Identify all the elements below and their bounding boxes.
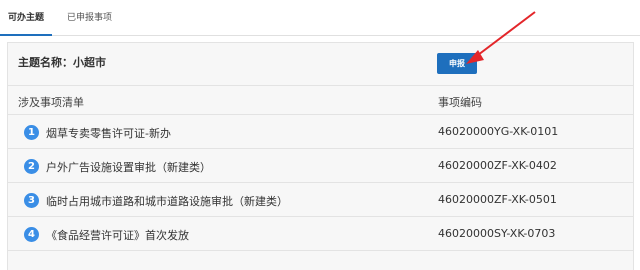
list-item: 3 临时占用城市道路和城市道路设施审批（新建类） 46020000ZF-XK-0…	[8, 184, 633, 217]
item-code: 46020000YG-XK-0101	[438, 125, 559, 138]
number-badge: 2	[24, 159, 39, 174]
item-code: 46020000ZF-XK-0402	[438, 159, 557, 172]
header-item-list: 涉及事项清单	[18, 96, 84, 109]
number-badge: 1	[24, 125, 39, 140]
item-code: 46020000ZF-XK-0501	[438, 193, 557, 206]
tab-bar: 可办主题 已申报事项	[0, 0, 640, 36]
item-code: 46020000SY-XK-0703	[438, 227, 556, 240]
item-name: 《食品经营许可证》首次发放	[46, 229, 189, 242]
apply-button[interactable]: 申报	[437, 53, 477, 74]
header-item-code: 事项编码	[438, 96, 482, 109]
number-badge: 3	[24, 193, 39, 208]
list-item: 1 烟草专卖零售许可证-新办 46020000YG-XK-0101	[8, 116, 633, 149]
theme-panel: 主题名称：小超市 申报 涉及事项清单 事项编码 1 烟草专卖零售许可证-新办 4…	[7, 42, 634, 270]
number-badge: 4	[24, 227, 39, 242]
item-name: 临时占用城市道路和城市道路设施审批（新建类）	[46, 195, 288, 208]
tab-available-themes[interactable]: 可办主题	[0, 12, 52, 36]
item-name: 烟草专卖零售许可证-新办	[46, 127, 171, 140]
tab-submitted-items[interactable]: 已申报事项	[67, 12, 112, 36]
item-name: 户外广告设施设置审批（新建类）	[46, 161, 211, 174]
list-item: 4 《食品经营许可证》首次发放 46020000SY-XK-0703	[8, 218, 633, 251]
list-header: 涉及事项清单 事项编码	[8, 85, 633, 115]
theme-name-label: 主题名称：小超市	[18, 56, 106, 69]
theme-row: 主题名称：小超市 申报	[8, 43, 633, 83]
list-item: 2 户外广告设施设置审批（新建类） 46020000ZF-XK-0402	[8, 150, 633, 183]
